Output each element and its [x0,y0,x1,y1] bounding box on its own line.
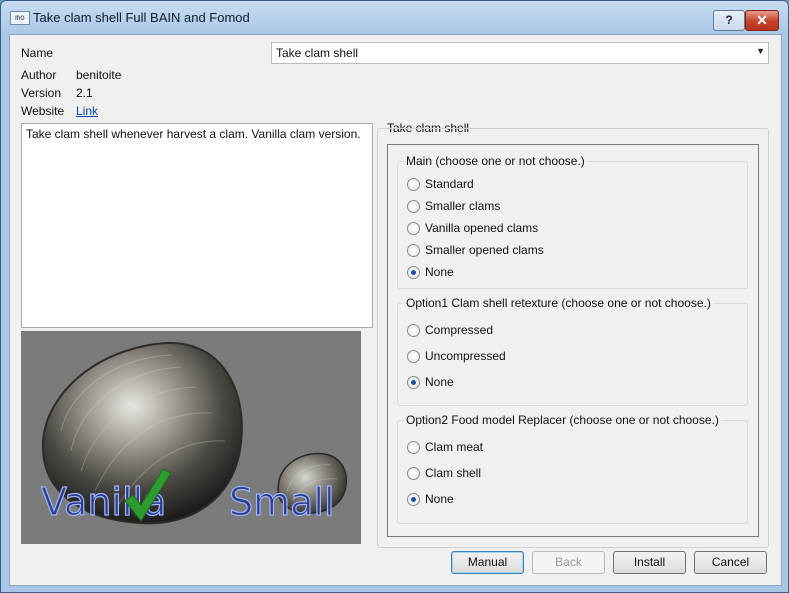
name-dropdown-value: Take clam shell [276,46,359,60]
group-title: Main (choose one or not choose.) [404,154,587,168]
group-title: Option1 Clam shell retexture (choose one… [404,296,713,310]
window-title: Take clam shell Full BAIN and Fomod [33,10,250,25]
website-link[interactable]: Link [76,104,98,118]
option-group-main: Main (choose one or not choose.) Standar… [397,154,748,289]
author-value: benitoite [76,68,122,82]
back-button[interactable]: Back [532,551,605,574]
option-label: Compressed [425,323,494,337]
small-label: Small [229,480,335,524]
description-text: Take clam shell whenever harvest a clam.… [26,127,361,141]
radio-button[interactable] [407,222,420,235]
dialog-client: Name Take clam shell ▼ Author benitoite … [9,34,782,586]
radio-button[interactable] [407,493,420,506]
website-label: Website [21,104,65,118]
author-label: Author [21,68,57,82]
radio-button[interactable] [407,266,420,279]
option-group-retexture: Option1 Clam shell retexture (choose one… [397,296,748,406]
option-label: None [425,375,454,389]
radio-button[interactable] [407,178,420,191]
option-label: Uncompressed [425,349,506,363]
app-icon: mo [10,11,30,25]
option-label: Standard [425,177,474,191]
options-panel: Main (choose one or not choose.) Standar… [387,144,759,537]
option-label: Vanilla opened clams [425,221,539,235]
option-label: Clam shell [425,466,482,480]
radio-button[interactable] [407,467,420,480]
option-label: Smaller opened clams [425,243,544,257]
option-label: Smaller clams [425,199,501,213]
option-label: None [425,265,454,279]
name-label: Name [21,46,54,60]
option-label: None [425,492,454,506]
radio-button[interactable] [407,324,420,337]
radio-button[interactable] [407,244,420,257]
preview-image: Vanilla Small [21,331,361,544]
install-button[interactable]: Install [613,551,686,574]
chevron-down-icon[interactable]: ▼ [756,46,765,56]
radio-button[interactable] [407,441,420,454]
version-label: Version [21,86,62,100]
manual-button[interactable]: Manual [451,551,524,574]
title-bar[interactable]: mo Take clam shell Full BAIN and Fomod ?… [1,1,788,35]
radio-button[interactable] [407,200,420,213]
help-button[interactable]: ? [713,10,745,31]
radio-button[interactable] [407,376,420,389]
radio-button[interactable] [407,350,420,363]
group-title: Option2 Food model Replacer (choose one … [404,413,721,427]
option-label: Clam meat [425,440,484,454]
version-value: 2.1 [76,86,93,100]
description-box[interactable]: Take clam shell whenever harvest a clam.… [21,123,373,328]
name-dropdown[interactable]: Take clam shell ▼ [271,42,769,64]
close-button[interactable]: ✕ [745,10,779,31]
option-group-food-model: Option2 Food model Replacer (choose one … [397,413,748,524]
clam-preview-illustration: Vanilla Small [40,341,348,525]
installer-window: mo Take clam shell Full BAIN and Fomod ?… [0,0,789,593]
cancel-button[interactable]: Cancel [694,551,767,574]
